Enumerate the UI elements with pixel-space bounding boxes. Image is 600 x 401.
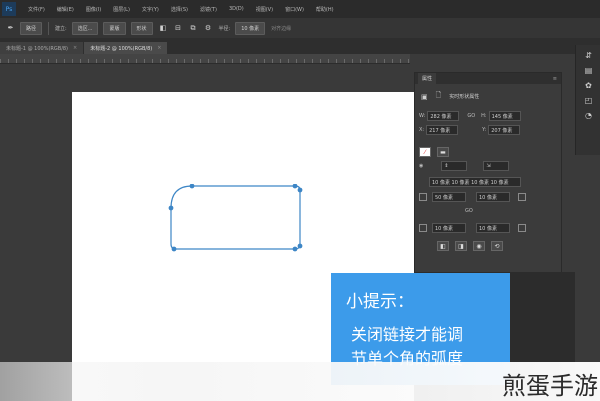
- bottom-banner: 煎蛋手游: [0, 362, 600, 401]
- chain-link-icon[interactable]: GO: [465, 208, 473, 214]
- y-label: Y:: [482, 127, 487, 133]
- menu-view[interactable]: 视图(V): [256, 6, 273, 13]
- stroke-width-icon[interactable]: ◉: [419, 163, 423, 169]
- anchor-point[interactable]: [168, 205, 174, 211]
- combine-shapes-icon[interactable]: ◧: [437, 241, 449, 251]
- link-icon[interactable]: GO: [467, 113, 475, 119]
- corners-summary-row: 10 像素 10 像素 10 像素 10 像素: [429, 177, 521, 187]
- mask-icon[interactable]: ▣: [421, 93, 428, 101]
- path-ops-row: ◧ ◨ ◉ ⟲: [437, 241, 503, 251]
- options-bar: ✒ 路径 建立: 选区... 蒙版 形状 ◧ ⊟ ⧉ ⚙ 半径: 10 像素 对…: [0, 18, 600, 39]
- watermark: 煎蛋手游: [502, 372, 598, 400]
- subtract-shape-icon[interactable]: ◨: [455, 241, 467, 251]
- width-input[interactable]: 282 像素: [427, 111, 460, 121]
- corner-tr-input[interactable]: 10 像素: [476, 192, 510, 202]
- menu-bar: Ps 文件(F) 编辑(E) 图像(I) 图层(L) 文字(Y) 选择(S) 滤…: [0, 0, 600, 18]
- properties-icon[interactable]: ▤: [584, 66, 593, 75]
- menu-file[interactable]: 文件(F): [28, 6, 45, 13]
- corner-tr-icon[interactable]: [518, 193, 526, 201]
- app-logo: Ps: [2, 2, 16, 16]
- corners-summary-field[interactable]: 10 像素 10 像素 10 像素 10 像素: [429, 177, 521, 187]
- close-icon[interactable]: ×: [157, 45, 161, 51]
- menu-filter[interactable]: 滤镜(T): [200, 6, 217, 13]
- bottom-corners-row: 10 像素 10 像素: [419, 223, 526, 233]
- channels-icon[interactable]: ◔: [584, 111, 593, 120]
- tab-document-2[interactable]: 未标题-2 @ 100%(RGB/8) ×: [84, 42, 168, 54]
- panel-menu-icon[interactable]: ≡: [553, 76, 557, 82]
- width-row: W: 282 像素 GO H: 145 像素: [419, 111, 521, 121]
- corner-br-input[interactable]: 10 像素: [476, 223, 510, 233]
- corner-br-icon[interactable]: [518, 224, 526, 232]
- adjustments-icon[interactable]: ⇵: [584, 51, 593, 60]
- path-arrangement-icon[interactable]: ⧉: [189, 24, 198, 33]
- anchor-point[interactable]: [297, 243, 303, 249]
- menu-window[interactable]: 窗口(W): [285, 6, 304, 13]
- build-label: 建立:: [55, 25, 67, 32]
- stroke-swatch[interactable]: ▬: [437, 147, 449, 157]
- stroke-width-input[interactable]: ⇕: [441, 161, 468, 171]
- exclude-shape-icon[interactable]: ⟲: [491, 241, 503, 251]
- x-label: X:: [419, 127, 425, 133]
- gear-icon[interactable]: ⚙: [204, 24, 213, 33]
- x-input[interactable]: 217 像素: [426, 125, 459, 135]
- stroke-type-select[interactable]: ⇲: [483, 161, 510, 171]
- position-row: X: 217 像素 Y: 207 像素: [419, 125, 521, 135]
- anchor-point[interactable]: [297, 187, 303, 193]
- shape-button[interactable]: 形状: [130, 21, 153, 35]
- path-alignment-icon[interactable]: ⊟: [174, 24, 183, 33]
- lightbulb-icon[interactable]: ✿: [584, 81, 593, 90]
- tip-title: 小提示：: [346, 292, 414, 312]
- anchor-point[interactable]: [292, 246, 298, 252]
- radius-input[interactable]: 10 像素: [235, 21, 266, 35]
- panel-header: 属性 ≡: [415, 73, 561, 84]
- mask-button[interactable]: 蒙版: [103, 21, 126, 35]
- align-edges-checkbox[interactable]: 对齐边缘: [271, 25, 291, 32]
- tab-label: 未标题-2 @ 100%(RGB/8): [90, 45, 153, 52]
- stroke-options-row: ◉ ⇕ ⇲: [419, 161, 510, 171]
- panel-subtitle: 实时形状属性: [449, 94, 480, 100]
- path-mode-select[interactable]: 路径: [20, 21, 43, 35]
- radius-label: 半径:: [218, 25, 231, 32]
- document-icon[interactable]: 🗋: [436, 91, 442, 102]
- live-shape-heading: ▣ 🗋 实时形状属性: [421, 91, 479, 102]
- fill-stroke-row: ⁄ ▬: [419, 147, 449, 157]
- top-corners-row: 50 像素 10 像素: [419, 192, 526, 202]
- corner-link-row: GO: [465, 208, 473, 214]
- properties-panel: 属性 ≡ ▣ 🗋 实时形状属性 W: 282 像素 GO H: 145 像素 X…: [414, 72, 562, 274]
- menu-help[interactable]: 帮助(H): [316, 6, 334, 13]
- fill-swatch[interactable]: ⁄: [419, 147, 431, 157]
- menu-3d[interactable]: 3D(D): [229, 6, 244, 12]
- tab-label: 未标题-1 @ 100%(RGB/8): [6, 45, 69, 52]
- document-tabs: 未标题-1 @ 100%(RGB/8) × 未标题-2 @ 100%(RGB/8…: [0, 38, 600, 54]
- corner-tl-input[interactable]: 50 像素: [432, 192, 466, 202]
- close-icon[interactable]: ×: [73, 45, 77, 51]
- height-label: H:: [481, 113, 487, 119]
- divider: [48, 21, 50, 35]
- path-operations-icon[interactable]: ◧: [159, 24, 168, 33]
- anchor-point[interactable]: [292, 184, 298, 189]
- panel-dock: ⇵ ▤ ✿ ◰ ◔: [575, 45, 600, 155]
- height-input[interactable]: 145 像素: [488, 111, 521, 121]
- panel-title[interactable]: 属性: [418, 73, 437, 84]
- corner-bl-icon[interactable]: [419, 224, 427, 232]
- menu-image[interactable]: 图像(I): [86, 6, 101, 13]
- intersect-shape-icon[interactable]: ◉: [473, 241, 485, 251]
- anchor-point[interactable]: [189, 184, 195, 189]
- horizontal-ruler[interactable]: [0, 54, 410, 64]
- menu-edit[interactable]: 编辑(E): [57, 6, 74, 13]
- width-label: W:: [419, 113, 426, 119]
- anchor-point[interactable]: [171, 246, 177, 252]
- menu-select[interactable]: 选择(S): [171, 6, 188, 13]
- pen-tool-icon[interactable]: ✒: [6, 24, 15, 33]
- rounded-rectangle-shape[interactable]: [168, 184, 308, 256]
- corner-tl-icon[interactable]: [419, 193, 427, 201]
- tab-document-1[interactable]: 未标题-1 @ 100%(RGB/8) ×: [0, 42, 84, 54]
- y-input[interactable]: 207 像素: [488, 125, 521, 135]
- corner-bl-input[interactable]: 10 像素: [432, 223, 466, 233]
- selection-button[interactable]: 选区...: [71, 21, 99, 35]
- tip-line: 关闭链接才能调: [351, 325, 464, 344]
- menu-type[interactable]: 文字(Y): [142, 6, 159, 13]
- menu-layer[interactable]: 图层(L): [113, 6, 130, 13]
- layers-icon[interactable]: ◰: [584, 96, 593, 105]
